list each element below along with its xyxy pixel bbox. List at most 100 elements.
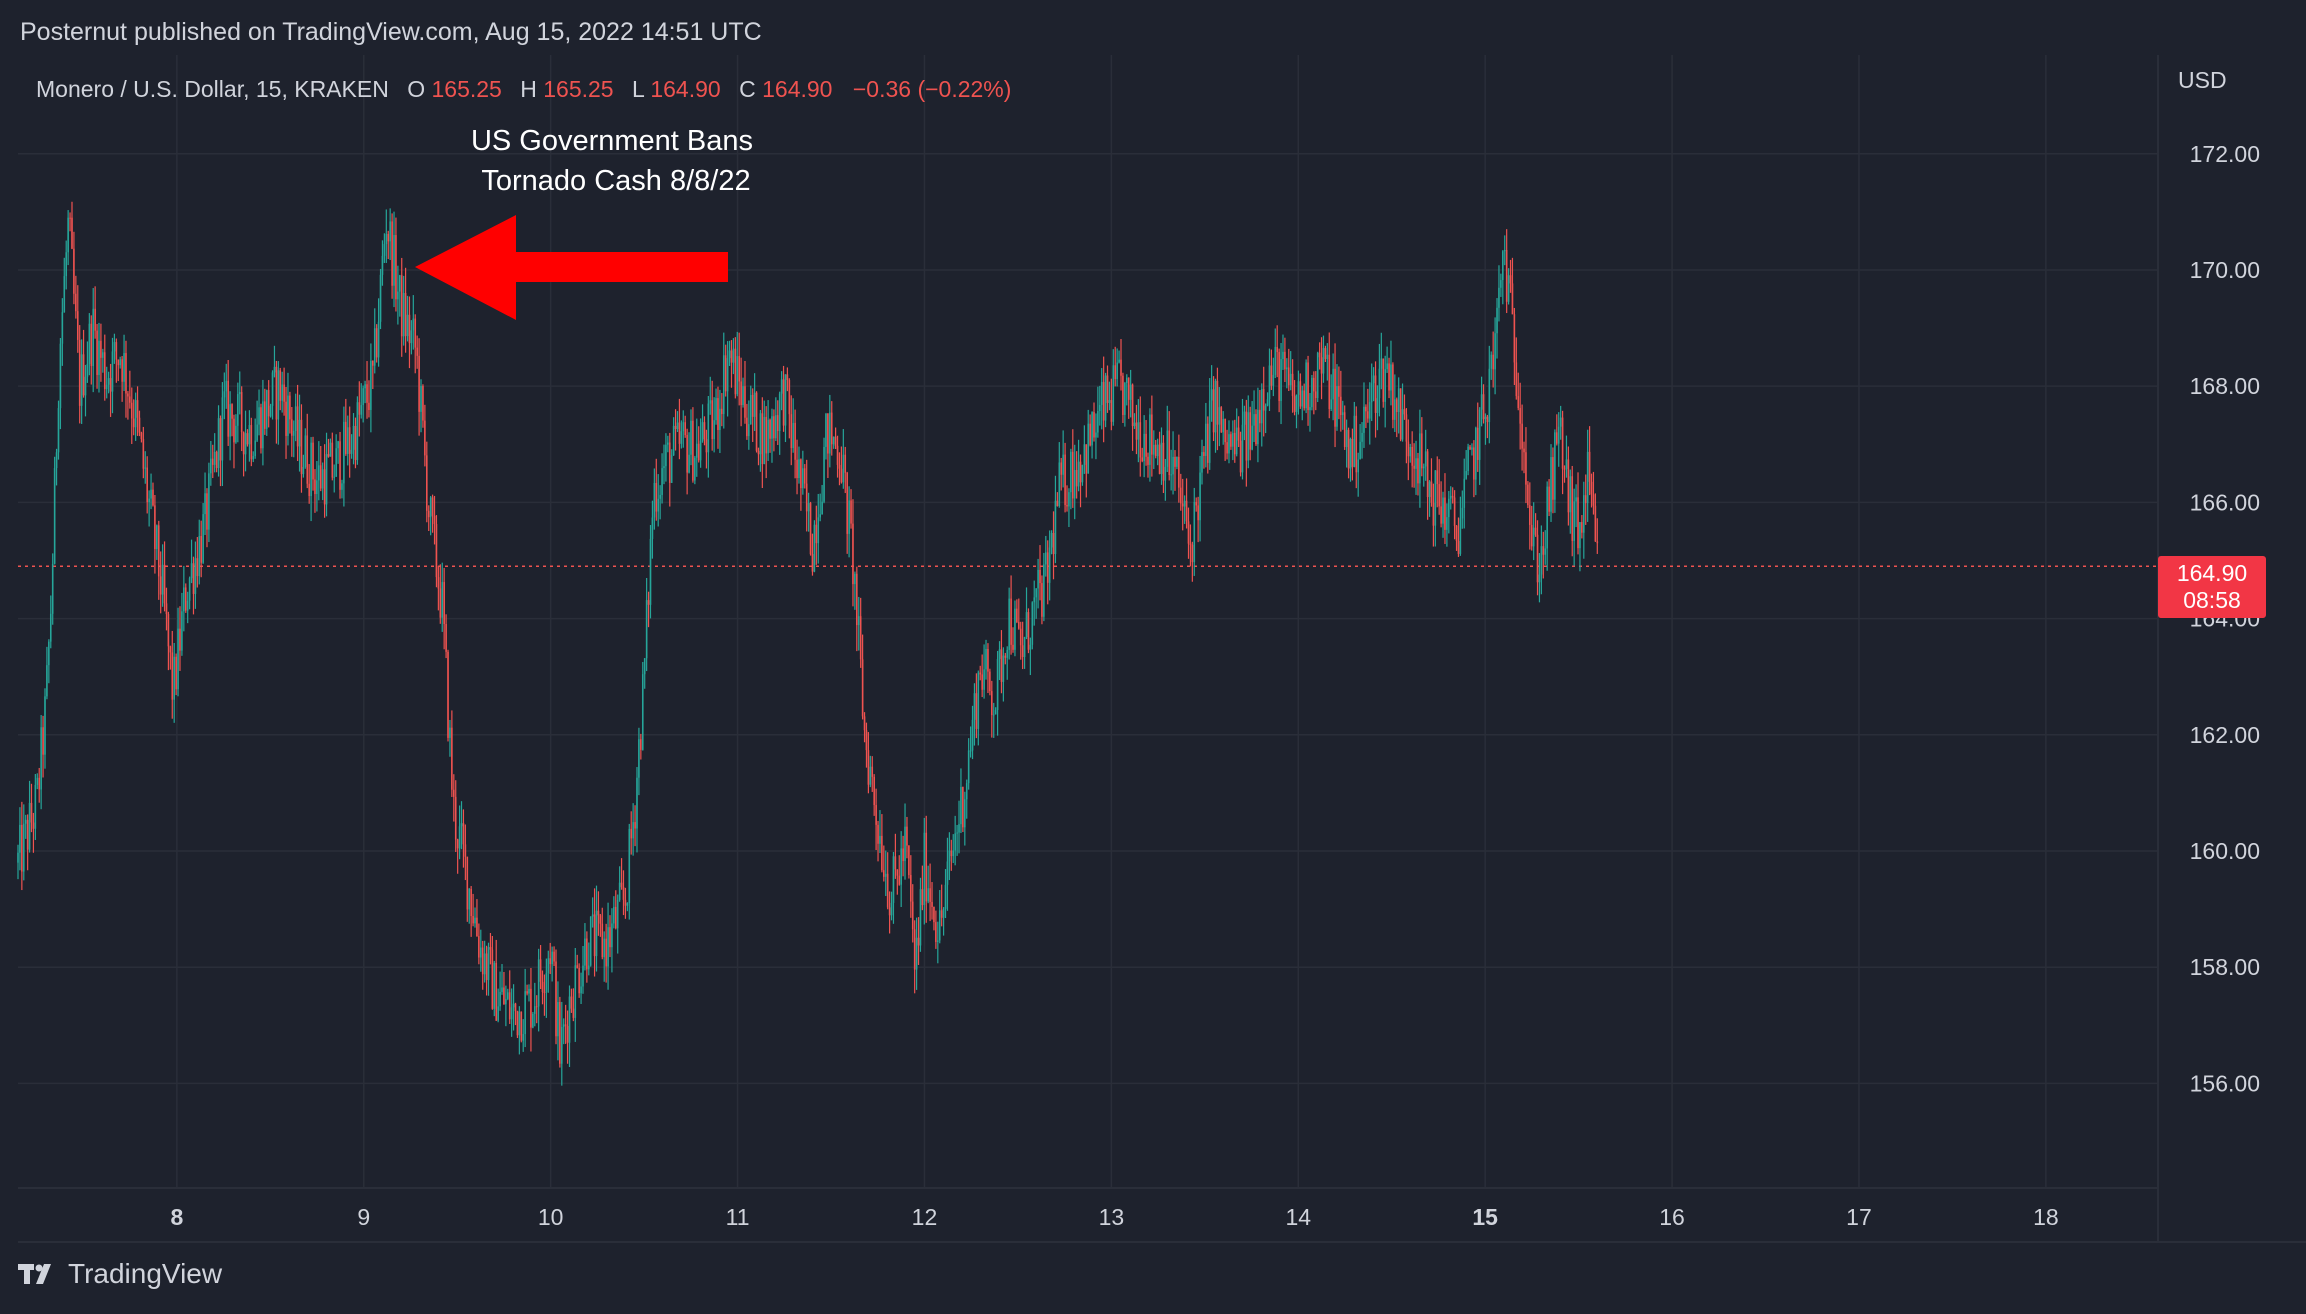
candle-body [1519, 408, 1521, 424]
candle-body [24, 819, 27, 824]
symbol-name: Monero / U.S. Dollar, 15, KRAKEN [36, 76, 389, 102]
tradingview-brand[interactable]: TradingView [18, 1258, 222, 1290]
candle-body [75, 293, 77, 312]
candle-body [115, 342, 118, 360]
candle-body [76, 311, 79, 340]
candle-body [1098, 404, 1101, 412]
y-tick-label: 172.00 [2190, 141, 2260, 167]
candle-body [458, 826, 461, 849]
x-tick-label: 15 [1472, 1204, 1498, 1230]
candle-body [670, 455, 673, 483]
candle-body [304, 435, 307, 467]
candle-body [559, 1002, 561, 1064]
candle-body [1235, 427, 1238, 455]
candle-body [1174, 456, 1176, 467]
candle-body [1407, 441, 1410, 457]
candle-body [1205, 423, 1207, 456]
candle-body [1426, 451, 1429, 498]
candle-body [1517, 396, 1520, 409]
candle-body [690, 420, 692, 455]
candle-body [1203, 452, 1205, 456]
candle-body [154, 505, 156, 550]
candle-body [987, 648, 989, 672]
candle-body [686, 435, 688, 473]
candle-body [1226, 442, 1228, 454]
candle-body [807, 503, 810, 512]
candle-body [842, 454, 845, 483]
candle-body [383, 244, 386, 256]
candle-body [1563, 468, 1566, 470]
candle-body [763, 416, 766, 465]
candle-body [435, 524, 438, 578]
candle-body [1368, 402, 1371, 419]
candle-body [607, 927, 609, 967]
candle-body [406, 314, 409, 337]
candle-body [570, 996, 573, 1009]
candle-body [846, 472, 848, 534]
candle-body [296, 406, 299, 447]
candle-body [416, 347, 418, 356]
candle-body [1419, 433, 1421, 484]
candle-body [418, 355, 420, 412]
candle-body [211, 458, 214, 465]
candle-body [1376, 398, 1379, 413]
candle-body [1353, 415, 1356, 467]
x-tick-label: 12 [912, 1204, 938, 1230]
candle-body [1118, 359, 1120, 363]
candle-body [117, 359, 120, 366]
candle-body [728, 350, 731, 359]
candle-body [1347, 429, 1350, 469]
candle-body [568, 996, 571, 1043]
y-tick-label: 156.00 [2190, 1070, 2260, 1096]
annotation-line-1: US Government Bans [471, 125, 753, 157]
candle-body [668, 442, 671, 483]
candle-body [653, 482, 656, 518]
candle-body [223, 391, 226, 398]
candle-body [481, 947, 484, 975]
candle-body [1573, 501, 1575, 541]
candle-body [21, 824, 23, 872]
candle-body [1592, 494, 1595, 506]
candle-body [1457, 540, 1460, 554]
candle-body [1077, 461, 1080, 487]
candle-body [262, 401, 264, 449]
candle-body [1554, 432, 1556, 500]
candle-body [146, 467, 148, 503]
candle-body [1415, 458, 1417, 469]
candle-body [1149, 414, 1151, 465]
candle-body [595, 910, 598, 957]
candle-body [1289, 373, 1292, 386]
candle-body [792, 422, 794, 449]
candle-body [533, 1006, 536, 1014]
price-chart[interactable]: 156.00158.00160.00162.00164.00166.00168.… [0, 0, 2306, 1314]
candle-body [863, 716, 866, 731]
chart-grid [18, 55, 2158, 1188]
candle-body [1527, 484, 1529, 506]
candle-body [821, 501, 823, 515]
candle-body [840, 468, 843, 483]
candle-body [453, 789, 455, 797]
x-tick-label: 13 [1099, 1204, 1125, 1230]
candle-body [1075, 469, 1078, 487]
candle-body [942, 908, 945, 918]
candle-body [506, 992, 509, 999]
candle-body [703, 422, 706, 440]
candle-body [844, 454, 847, 473]
candle-body [433, 515, 436, 525]
candle-body [1044, 552, 1047, 565]
candle-body [1378, 368, 1381, 399]
candle-body [796, 459, 798, 478]
candle-body [587, 965, 590, 970]
candle-body [229, 404, 231, 437]
candle-body [757, 450, 760, 455]
candle-body [682, 422, 685, 432]
candle-body [1191, 544, 1194, 563]
candle-body [337, 441, 339, 449]
candle-body [308, 483, 310, 496]
candle-body [1581, 522, 1583, 533]
candle-body [399, 275, 401, 292]
candle-body [738, 356, 740, 382]
x-tick-label: 10 [538, 1204, 564, 1230]
candle-body [695, 443, 698, 458]
candle-body [514, 1003, 517, 1012]
